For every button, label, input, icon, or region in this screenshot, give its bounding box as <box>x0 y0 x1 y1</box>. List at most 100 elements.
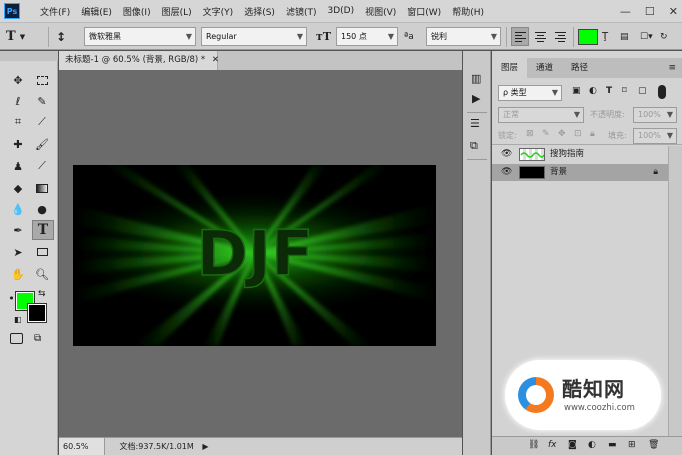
tab-channels[interactable]: 通道 <box>527 58 562 78</box>
tab-layers[interactable]: 图层 <box>492 58 528 78</box>
hand-tool-icon[interactable]: ✋ <box>8 265 28 283</box>
filter-shape-icon[interactable]: ⌑ <box>622 86 627 96</box>
align-left-button[interactable] <box>511 27 529 46</box>
history-brush-tool-icon[interactable]: ⟋ <box>32 157 52 175</box>
pen-tool-icon[interactable]: ✒ <box>8 221 28 239</box>
layer-list-scrollbar[interactable] <box>668 146 682 436</box>
menu-layer[interactable]: 图层(L) <box>162 5 192 18</box>
healing-brush-tool-icon[interactable]: ✚ <box>8 135 28 153</box>
history-panel-icon[interactable]: ▥ <box>471 72 481 85</box>
marquee-tool-icon[interactable] <box>32 71 52 89</box>
font-style-select[interactable]: Regular ▼ <box>201 27 307 46</box>
tab-paths[interactable]: 路径 <box>562 58 597 78</box>
dodge-tool-icon[interactable]: ● <box>32 200 52 218</box>
eyedropper-tool-icon[interactable]: ⟋ <box>32 113 52 131</box>
opacity-input[interactable]: 100% ▼ <box>633 107 677 123</box>
filter-pixel-icon[interactable]: ▣ <box>572 86 581 96</box>
trash-icon[interactable]: 🗑︎ <box>648 440 659 450</box>
panel-menu-icon[interactable]: ≡ <box>668 58 676 78</box>
menu-image[interactable]: 图像(I) <box>123 5 151 18</box>
link-icon[interactable]: ⛓ <box>528 440 539 450</box>
font-size-select[interactable]: 150 点 ▼ <box>336 27 398 46</box>
eye-icon[interactable]: 👁︎ <box>501 146 512 163</box>
menu-window[interactable]: 窗口(W) <box>407 5 441 18</box>
zoom-level[interactable]: 60.5% <box>59 438 105 455</box>
watermark-title: 酷知网 <box>562 377 625 401</box>
layer-name: 搜狗指南 <box>550 149 585 159</box>
opacity-label: 不透明度: <box>590 110 625 119</box>
type-tool-icon[interactable]: T <box>32 220 54 240</box>
filter-type-icon[interactable]: T <box>606 86 612 96</box>
zoom-tool-icon[interactable]: 🔍︎ <box>32 265 52 283</box>
eraser-tool-icon[interactable]: ◆ <box>8 179 28 197</box>
new-layer-icon[interactable]: ⊞ <box>628 440 636 450</box>
adjustment-icon[interactable]: ◐ <box>588 440 596 450</box>
text-color-swatch[interactable] <box>578 29 598 45</box>
align-right-button[interactable] <box>551 27 569 46</box>
gradient-tool-icon[interactable] <box>32 179 52 197</box>
libraries-panel-icon[interactable]: ⧉ <box>470 139 478 153</box>
menu-filter[interactable]: 滤镜(T) <box>286 5 317 18</box>
rectangle-tool-icon[interactable] <box>32 243 52 261</box>
filter-smart-object-icon[interactable]: ▢ <box>638 86 647 96</box>
eye-icon[interactable]: 👁︎ <box>501 164 512 181</box>
move-tool-icon[interactable]: ✥ <box>8 71 28 89</box>
menu-type[interactable]: 文字(Y) <box>203 5 234 18</box>
maximize-button[interactable]: ☐ <box>645 5 655 18</box>
menu-edit[interactable]: 编辑(E) <box>81 5 112 18</box>
align-center-button[interactable] <box>531 27 549 46</box>
toggle-orientation-icon[interactable]: ↕ <box>56 27 72 46</box>
background-color-swatch[interactable] <box>27 303 47 323</box>
quick-select-tool-icon[interactable]: ✎ <box>32 92 52 110</box>
watermark-logo-icon <box>518 377 554 413</box>
font-family-select[interactable]: 微软雅黑 ▼ <box>84 27 196 46</box>
lock-position-icon[interactable]: ✥ <box>558 129 566 139</box>
lock-all-icon[interactable]: 🔒︎ <box>590 129 595 139</box>
lock-artboard-icon[interactable]: ⊡ <box>574 129 582 139</box>
menu-view[interactable]: 视图(V) <box>365 5 396 18</box>
path-selection-tool-icon[interactable]: ➤ <box>8 243 28 261</box>
default-colors-icon[interactable]: ◧ <box>14 315 22 324</box>
antialias-select[interactable]: 锐利 ▼ <box>426 27 501 46</box>
brush-tool-icon[interactable]: 🖌 <box>32 135 52 153</box>
quick-mask-icon[interactable] <box>10 333 23 344</box>
layer-filter-select[interactable]: ρ 类型 ▼ <box>498 85 562 101</box>
mask-icon[interactable]: ◙ <box>568 440 577 450</box>
crop-tool-icon[interactable]: ⌗ <box>8 113 28 131</box>
filter-toggle-icon[interactable] <box>658 85 666 99</box>
layer-row-text[interactable]: 👁︎ 搜狗指南 <box>492 146 668 163</box>
clone-stamp-tool-icon[interactable]: ♟ <box>8 157 28 175</box>
lasso-tool-icon[interactable]: ℓ <box>8 92 28 110</box>
menu-file[interactable]: 文件(F) <box>40 5 70 18</box>
fill-input[interactable]: 100% ▼ <box>633 128 677 144</box>
lock-pixels-icon[interactable]: ✎ <box>542 129 550 139</box>
warp-text-icon[interactable]: Ţ <box>602 27 616 46</box>
blend-mode-select[interactable]: 正常 ▼ <box>498 107 584 123</box>
menu-help[interactable]: 帮助(H) <box>452 5 484 18</box>
properties-panel-icon[interactable]: ☰ <box>470 117 480 130</box>
menu-3d[interactable]: 3D(D) <box>327 6 354 16</box>
status-arrow-icon[interactable]: ▶ <box>202 442 208 451</box>
toolbar-header <box>0 51 58 61</box>
screen-mode-icon[interactable]: ⧉ <box>34 333 41 344</box>
panel-toggle-icon[interactable]: ☐▾ <box>640 27 656 46</box>
character-panel-icon[interactable]: ▤ <box>620 27 634 46</box>
swap-colors-icon[interactable]: ⇆ <box>38 289 46 299</box>
fx-icon[interactable]: fx <box>548 440 557 450</box>
blur-tool-icon[interactable]: 💧 <box>8 200 28 218</box>
filter-adjustment-icon[interactable]: ◐ <box>589 86 597 96</box>
watermark-url: www.coozhi.com <box>564 403 635 413</box>
3d-icon[interactable]: ↻ <box>660 27 678 46</box>
actions-panel-icon[interactable]: ▶ <box>472 92 480 105</box>
lock-transparent-icon[interactable]: ⊠ <box>526 129 534 139</box>
group-icon[interactable]: ▬ <box>608 440 617 450</box>
close-button[interactable]: ✕ <box>669 5 678 18</box>
lock-label: 锁定: <box>498 131 517 140</box>
layer-row-background[interactable]: 👁︎ 背景 🔒︎ <box>492 164 668 181</box>
font-size-icon: ᴛT <box>316 30 332 43</box>
canvas[interactable]: DJF <box>73 165 436 346</box>
menu-select[interactable]: 选择(S) <box>244 5 275 18</box>
document-tab[interactable]: 未标题-1 @ 60.5% (背景, RGB/8) * ✕ <box>59 51 219 70</box>
tool-preset-picker[interactable]: T ▼ <box>6 27 44 46</box>
minimize-button[interactable]: — <box>620 5 631 18</box>
